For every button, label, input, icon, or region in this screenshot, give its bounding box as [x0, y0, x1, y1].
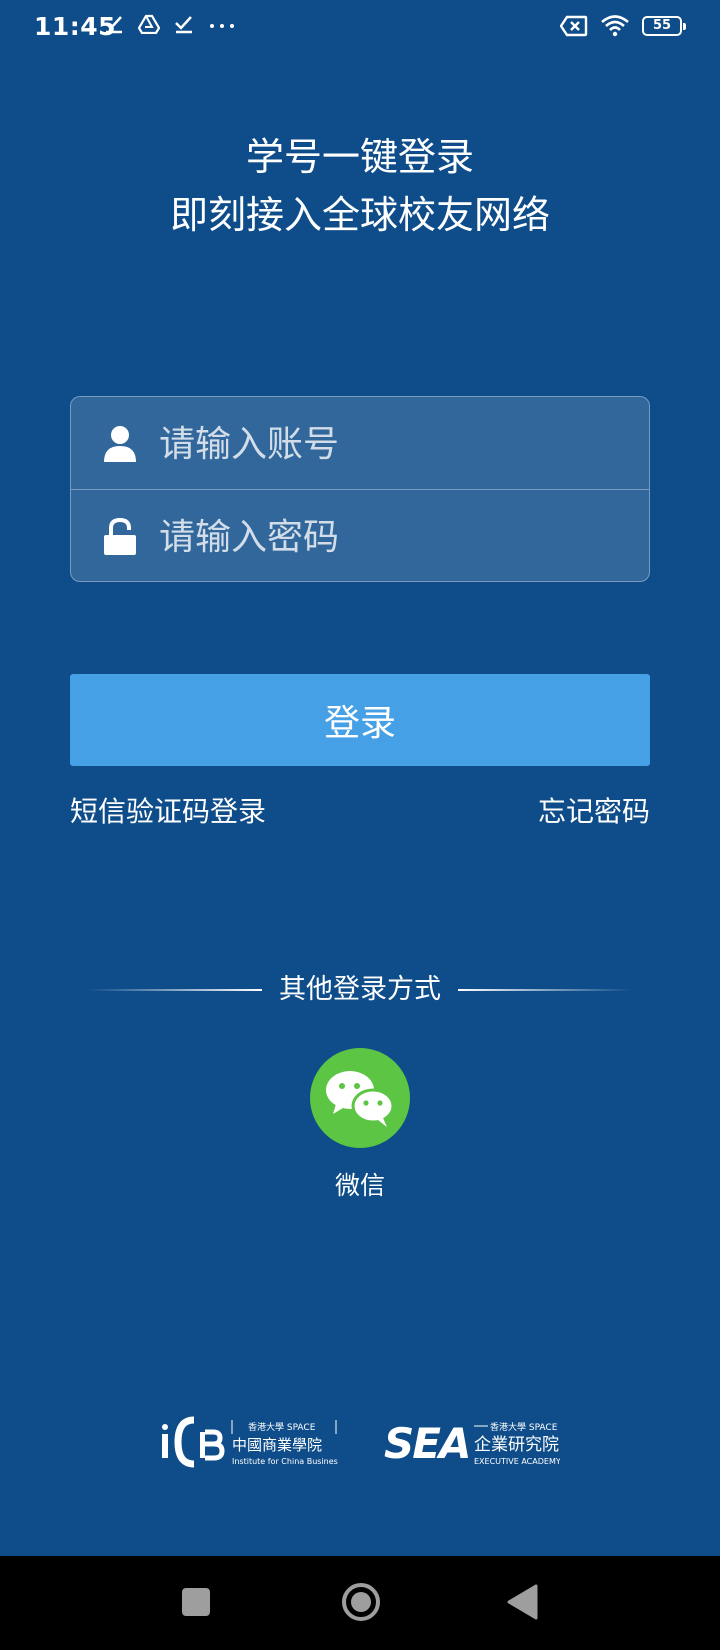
divider-line-right: [458, 989, 632, 991]
sea-logo-top: 香港大學 SPACE: [490, 1421, 558, 1433]
back-button[interactable]: [506, 1584, 540, 1620]
drive-notification-icon: [138, 14, 160, 34]
wechat-login-button[interactable]: [310, 1048, 410, 1148]
other-login-divider: 其他登录方式: [0, 970, 720, 1010]
login-button[interactable]: 登录: [70, 674, 650, 766]
battery-indicator: 55: [642, 16, 686, 36]
navigation-bar: [0, 1556, 720, 1650]
svg-text:SEA: SEA: [384, 1419, 469, 1468]
password-input[interactable]: [157, 508, 631, 566]
check-notification-icon-2: [175, 16, 192, 34]
password-field-row: [71, 490, 649, 581]
recent-apps-button[interactable]: [182, 1588, 210, 1616]
login-form: [70, 396, 650, 582]
headline: 学号一键登录 即刻接入全球校友网络: [0, 128, 720, 244]
wifi-icon: [601, 15, 629, 37]
headline-line1: 学号一键登录: [245, 135, 474, 179]
user-icon: [104, 426, 136, 462]
sea-logo-en: EXECUTIVE ACADEMY: [474, 1457, 560, 1466]
account-field-row: [71, 397, 649, 489]
home-button[interactable]: [341, 1582, 381, 1622]
more-dots-icon: [210, 24, 234, 28]
forgot-password-link[interactable]: 忘记密码: [538, 790, 650, 830]
wechat-icon: [326, 1071, 395, 1127]
lock-icon: [104, 518, 136, 555]
account-input[interactable]: [157, 415, 631, 473]
sms-login-link[interactable]: 短信验证码登录: [70, 790, 266, 830]
status-bar: 11:45 55: [0, 0, 720, 56]
check-notification-icon: [105, 16, 122, 34]
icb-logo-cn: 中國商業學院: [232, 1436, 322, 1454]
icb-logo: 香港大學 SPACE 中國商業學院 Institute for China Bu…: [162, 1416, 338, 1468]
icb-logo-top: 香港大學 SPACE: [248, 1421, 316, 1433]
status-icons-right: 55: [560, 14, 686, 38]
headline-line2: 即刻接入全球校友网络: [169, 193, 550, 237]
sea-logo: SEA 香港大學 SPACE 企業研究院 EXECUTIVE ACADEMY: [384, 1419, 560, 1468]
wechat-label: 微信: [334, 1171, 385, 1200]
icb-logo-en: Institute for China Business: [232, 1457, 338, 1466]
sim-disabled-icon: [560, 15, 588, 37]
status-icons-left: [104, 14, 236, 34]
sea-logo-cn: 企業研究院: [474, 1435, 559, 1455]
